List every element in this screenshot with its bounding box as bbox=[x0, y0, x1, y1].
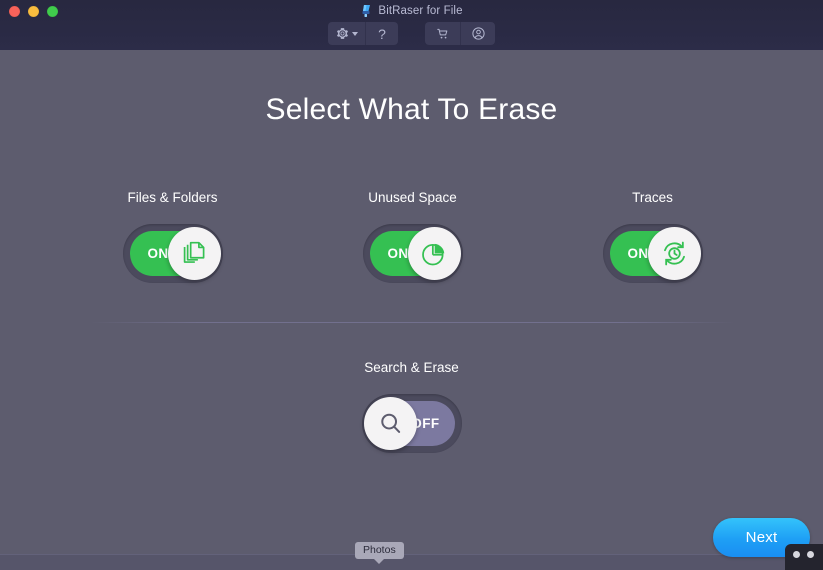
option-label: Search & Erase bbox=[364, 360, 459, 375]
status-bar bbox=[0, 554, 823, 570]
corner-dot-left bbox=[793, 551, 800, 558]
app-title: BitRaser for File bbox=[378, 5, 463, 17]
option-label: Traces bbox=[632, 190, 673, 205]
settings-button[interactable] bbox=[328, 22, 365, 45]
title-bar: BitRaser for File ? bbox=[0, 0, 823, 50]
magnifier-search-icon bbox=[380, 413, 400, 433]
page-title: Select What To Erase bbox=[265, 93, 558, 126]
shopping-cart-icon bbox=[436, 28, 447, 39]
erase-options-row-top: Files & Folders ON Unused Space ON Trace… bbox=[85, 190, 740, 283]
help-button[interactable]: ? bbox=[365, 22, 398, 45]
section-divider bbox=[90, 322, 735, 323]
toolbar-right-group bbox=[425, 22, 495, 45]
chevron-down-icon bbox=[351, 31, 358, 36]
option-search-erase: Search & Erase OFF bbox=[324, 360, 499, 453]
toggle-knob bbox=[363, 397, 417, 450]
erase-options-row-bottom: Search & Erase OFF bbox=[0, 360, 823, 453]
history-refresh-clock-icon bbox=[663, 241, 685, 266]
traces-toggle[interactable]: ON bbox=[602, 224, 703, 283]
bitraser-app-icon bbox=[362, 5, 371, 17]
option-label: Unused Space bbox=[368, 190, 457, 205]
corner-dot-right bbox=[807, 551, 814, 558]
toggle-knob bbox=[647, 227, 701, 280]
toggle-state-label: ON bbox=[627, 246, 649, 261]
window-title-area: BitRaser for File bbox=[0, 2, 823, 20]
documents-stack-icon bbox=[183, 241, 204, 263]
gear-icon bbox=[336, 28, 348, 39]
question-mark-icon: ? bbox=[378, 25, 386, 42]
toolbar-left-group: ? bbox=[328, 22, 398, 45]
pie-chart-icon bbox=[422, 243, 445, 265]
cart-button[interactable] bbox=[425, 22, 460, 45]
toolbar: ? bbox=[0, 22, 823, 45]
account-button[interactable] bbox=[460, 22, 495, 45]
option-label: Files & Folders bbox=[127, 190, 218, 205]
unused-space-toggle[interactable]: ON bbox=[362, 224, 463, 283]
toggle-state-label: ON bbox=[147, 246, 169, 261]
photos-tooltip: Photos bbox=[355, 541, 404, 564]
files-folders-toggle[interactable]: ON bbox=[122, 224, 223, 283]
main-content: Select What To Erase Files & Folders ON bbox=[0, 50, 823, 570]
toggle-knob bbox=[407, 227, 461, 280]
user-account-icon bbox=[471, 27, 485, 40]
toggle-state-label: ON bbox=[387, 246, 409, 261]
option-unused-space: Unused Space ON bbox=[325, 190, 500, 283]
corner-overlay-widget[interactable] bbox=[785, 544, 823, 570]
search-erase-toggle[interactable]: OFF bbox=[361, 394, 462, 453]
toggle-knob bbox=[167, 227, 221, 280]
app-window: BitRaser for File ? Select What To Erase… bbox=[0, 0, 823, 570]
option-traces: Traces ON bbox=[565, 190, 740, 283]
option-files-folders: Files & Folders ON bbox=[85, 190, 260, 283]
